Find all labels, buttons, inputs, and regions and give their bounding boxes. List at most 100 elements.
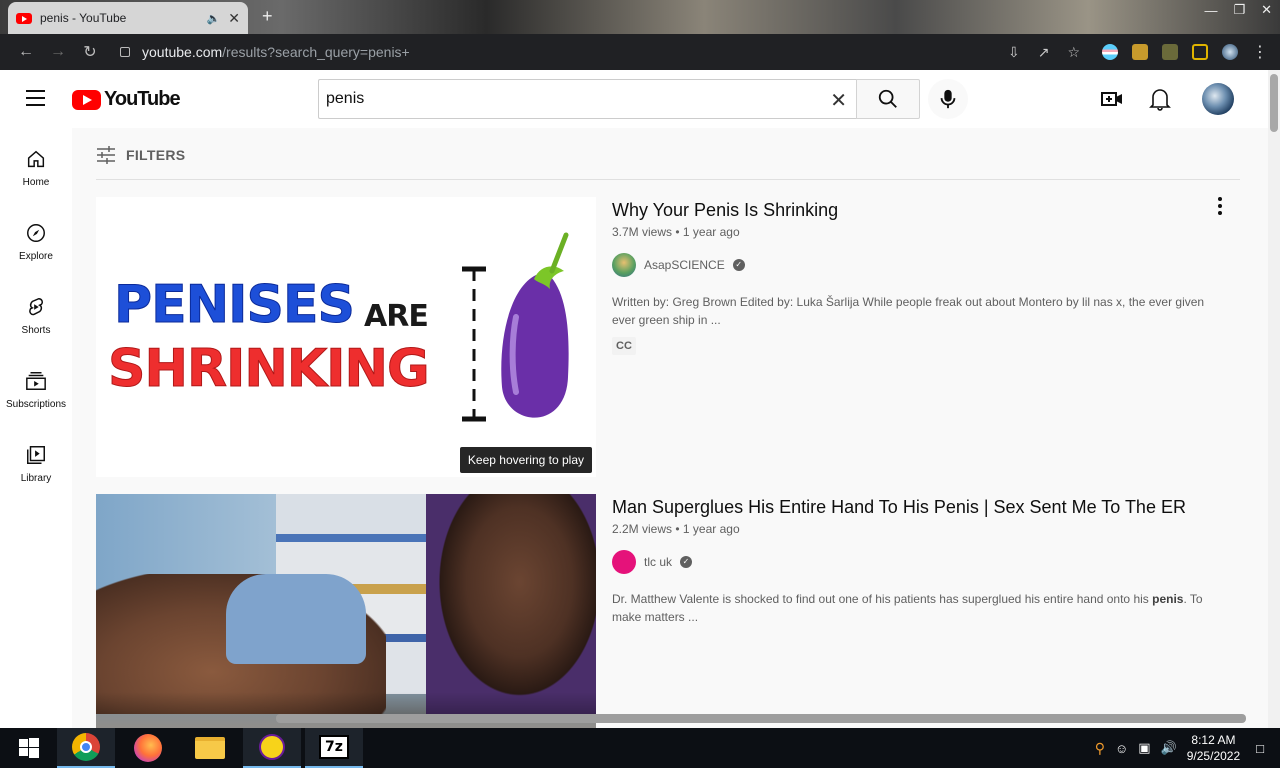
tab-close-icon[interactable]: ✕ [228,10,240,27]
filter-sliders-icon [97,146,115,164]
channel-avatar[interactable] [612,550,636,574]
clock[interactable]: 8:12 AM 9/25/2022 [1187,732,1240,764]
notifications-button[interactable] [1149,87,1171,116]
channel-row[interactable]: AsapSCIENCE ✓ [612,253,1222,277]
windows-logo-icon [19,738,39,758]
video-metadata: Man Superglues His Entire Hand To His Pe… [612,494,1222,626]
thumbnail-text: ARE [364,299,429,334]
notification-center-icon[interactable]: □ [1256,741,1264,756]
url-path: /results?search_query=penis+ [222,44,410,60]
taskbar-7zip[interactable]: 7z [305,728,363,768]
more-actions-icon[interactable] [1218,197,1222,215]
lock-icon[interactable] [120,47,130,57]
bell-icon [1149,89,1171,111]
folder-icon [195,737,225,759]
scrollbar-thumb[interactable] [1270,74,1278,132]
hamburger-menu-icon[interactable] [26,90,45,106]
thumbnail-shadow [96,692,596,714]
address-bar[interactable]: youtube.com/results?search_query=penis+ [110,38,1080,66]
vertical-scrollbar[interactable] [1268,70,1280,728]
horizontal-scrollbar[interactable] [276,714,1246,723]
reload-icon[interactable]: ↻ [74,42,106,62]
browser-tab[interactable]: penis - YouTube 🔈 ✕ [8,2,248,34]
account-avatar[interactable] [1202,83,1234,115]
keep-hovering-label: Keep hovering to play [459,447,592,473]
tab-title: penis - YouTube [40,11,127,25]
chrome-menu-icon[interactable]: ⋮ [1252,42,1268,62]
window-close-icon[interactable]: ✕ [1261,2,1272,18]
system-tray: ⚲ ☺ ▣ 🔊 8:12 AM 9/25/2022 □ [1095,728,1264,768]
media-icon[interactable] [1162,44,1178,60]
install-icon[interactable]: ⇩ [1008,44,1020,61]
browser-tab-strip: penis - YouTube 🔈 ✕ + — ❐ ✕ [0,0,1280,34]
flag-extension-icon[interactable] [1102,44,1118,60]
channel-name[interactable]: AsapSCIENCE [644,258,725,272]
new-tab-button[interactable]: + [262,6,273,27]
bookmark-star-icon[interactable]: ☆ [1067,44,1080,61]
video-thumbnail[interactable] [96,494,596,728]
taskbar-yahoo-messenger[interactable] [243,728,301,768]
clear-search-icon[interactable]: ✕ [830,88,847,113]
7zip-icon: 7z [319,735,349,759]
network-icon[interactable]: ▣ [1138,740,1150,756]
emoji-tray-icon[interactable]: ☺ [1115,741,1128,756]
compass-icon [27,224,45,242]
restore-icon[interactable]: ❐ [1233,2,1245,18]
youtube-header: YouTube ✕ [0,70,1268,128]
library-icon [27,446,45,464]
url-host: youtube.com [142,44,223,60]
minimize-icon[interactable]: — [1204,3,1217,18]
logo-text: YouTube [104,88,181,110]
view-count: 3.7M views [612,225,673,239]
search-input[interactable] [326,90,806,108]
sidebar-item-explore[interactable]: Explore [0,202,72,276]
video-stats: 2.2M views • 1 year ago [612,522,740,536]
clock-time: 8:12 AM [1191,733,1236,747]
search-icon [878,89,897,108]
video-thumbnail[interactable]: PENISES ARE SHRINKING Keep hovering to p… [96,197,596,477]
doctor-figure [426,494,596,714]
search-results: FILTERS PENISES ARE SHRINKING Keep hover… [72,128,1268,728]
video-title[interactable]: Man Superglues His Entire Hand To His Pe… [612,494,1222,520]
voice-search-button[interactable] [928,79,968,119]
video-stats: 3.7M views • 1 year ago [612,225,740,239]
back-icon[interactable]: ← [10,43,42,61]
search-box[interactable]: ✕ [318,79,857,119]
filters-button[interactable]: FILTERS [96,146,185,164]
volume-icon[interactable]: 🔊 [1161,740,1177,756]
thumbnail-text: SHRINKING [108,339,431,400]
sidebar-item-home[interactable]: Home [0,128,72,202]
cc-badge: CC [612,337,636,355]
taskbar-chrome[interactable] [57,728,115,768]
description-highlight: penis [1152,592,1184,606]
sidebar-item-library[interactable]: Library [0,424,72,498]
sidebar-item-label: Shorts [21,325,51,336]
puzzle-extension-icon[interactable] [1132,44,1148,60]
taskbar-firefox[interactable] [119,728,177,768]
profile-avatar-icon[interactable] [1222,44,1238,60]
extensions-bar: ⋮ [1102,34,1268,70]
channel-name[interactable]: tlc uk [644,555,672,569]
start-button[interactable] [0,728,58,768]
create-video-button[interactable] [1100,87,1124,116]
video-title[interactable]: Why Your Penis Is Shrinking [612,197,1222,223]
youtube-favicon-icon [16,12,32,24]
share-icon[interactable]: ↗ [1038,44,1050,61]
sidebar-item-shorts[interactable]: Shorts [0,276,72,350]
omnibox-actions: ⇩ ↗ ☆ [1008,34,1080,70]
channel-avatar[interactable] [612,253,636,277]
forward-icon[interactable]: → [42,43,74,61]
url-text[interactable]: youtube.com/results?search_query=penis+ [142,44,410,60]
channel-row[interactable]: tlc uk ✓ [612,550,1222,574]
taskbar-file-explorer[interactable] [181,728,239,768]
tab-audio-icon[interactable]: 🔈 [207,12,221,25]
verified-check-icon: ✓ [732,259,745,271]
search-button[interactable] [856,79,920,119]
video-camera-plus-icon [1101,92,1122,106]
side-panel-icon[interactable] [1192,44,1208,60]
youtube-logo[interactable]: YouTube [72,88,181,111]
sidebar-item-subscriptions[interactable]: Subscriptions [0,350,72,424]
search-tray-icon[interactable]: ⚲ [1095,740,1105,757]
view-count: 2.2M views [612,522,673,536]
chrome-icon [72,733,100,761]
